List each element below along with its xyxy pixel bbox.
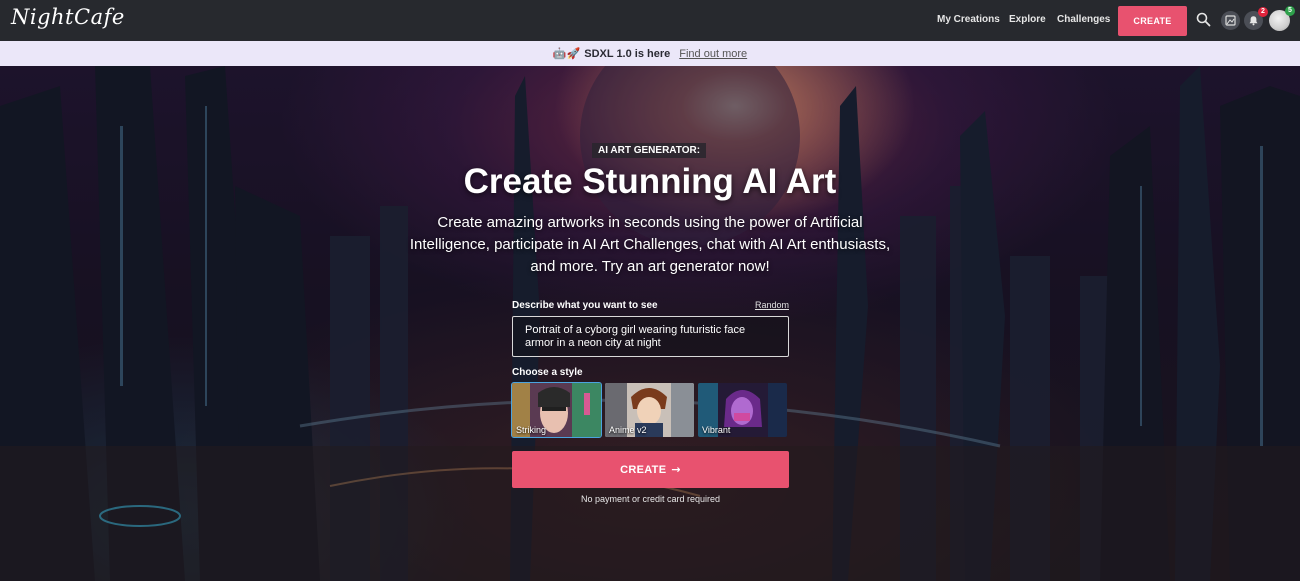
bell-icon bbox=[1249, 16, 1258, 26]
nightcafe-logo[interactable]: NightCafe bbox=[11, 5, 125, 29]
create-button-label: CREATE bbox=[620, 463, 667, 476]
hero-kicker: AI ART GENERATOR: bbox=[592, 143, 707, 158]
prompt-label-row: Describe what you want to see Random bbox=[512, 300, 789, 311]
nav-my-creations[interactable]: My Creations bbox=[937, 14, 1000, 25]
style-picker: Striking Anime v2 Vibrant bbox=[511, 382, 789, 438]
style-name-vibrant: Vibrant bbox=[702, 425, 731, 435]
hero-headline: Create Stunning AI Art bbox=[463, 162, 837, 201]
avatar-badge: 5 bbox=[1285, 6, 1295, 16]
style-option-vibrant[interactable]: Vibrant bbox=[698, 383, 787, 437]
hero-subtext: Create amazing artworks in seconds using… bbox=[409, 214, 891, 275]
style-option-striking[interactable]: Striking bbox=[511, 382, 602, 438]
prompt-input[interactable]: Portrait of a cyborg girl wearing futuri… bbox=[512, 316, 789, 357]
image-icon[interactable] bbox=[1221, 11, 1240, 30]
prompt-label: Describe what you want to see bbox=[512, 300, 658, 311]
announcement-bar: 🤖🚀 SDXL 1.0 is here Find out more bbox=[0, 41, 1300, 66]
notifications-button[interactable]: 2 bbox=[1244, 7, 1268, 30]
create-button[interactable]: CREATE → bbox=[512, 451, 789, 488]
robot-rocket-icon: 🤖🚀 bbox=[552, 47, 581, 60]
nav-challenges[interactable]: Challenges bbox=[1057, 14, 1110, 25]
avatar[interactable]: 5 bbox=[1269, 6, 1295, 31]
style-name-striking: Striking bbox=[516, 425, 547, 435]
search-icon[interactable] bbox=[1196, 12, 1211, 27]
top-navbar: NightCafe My Creations Explore Challenge… bbox=[0, 0, 1300, 41]
find-out-more-link[interactable]: Find out more bbox=[679, 48, 747, 60]
style-name-anime-v2: Anime v2 bbox=[609, 425, 647, 435]
style-label: Choose a style bbox=[512, 367, 583, 378]
notification-badge: 2 bbox=[1258, 7, 1268, 17]
nav-explore[interactable]: Explore bbox=[1009, 14, 1046, 25]
no-payment-note: No payment or credit card required bbox=[580, 494, 721, 504]
style-option-anime-v2[interactable]: Anime v2 bbox=[605, 383, 694, 437]
nav-create-button[interactable]: CREATE bbox=[1118, 6, 1187, 36]
arrow-right-icon: → bbox=[671, 463, 681, 476]
create-form: Describe what you want to see Random Por… bbox=[511, 300, 789, 504]
random-prompt-link[interactable]: Random bbox=[755, 300, 789, 310]
announcement-title: SDXL 1.0 is here bbox=[584, 47, 671, 60]
